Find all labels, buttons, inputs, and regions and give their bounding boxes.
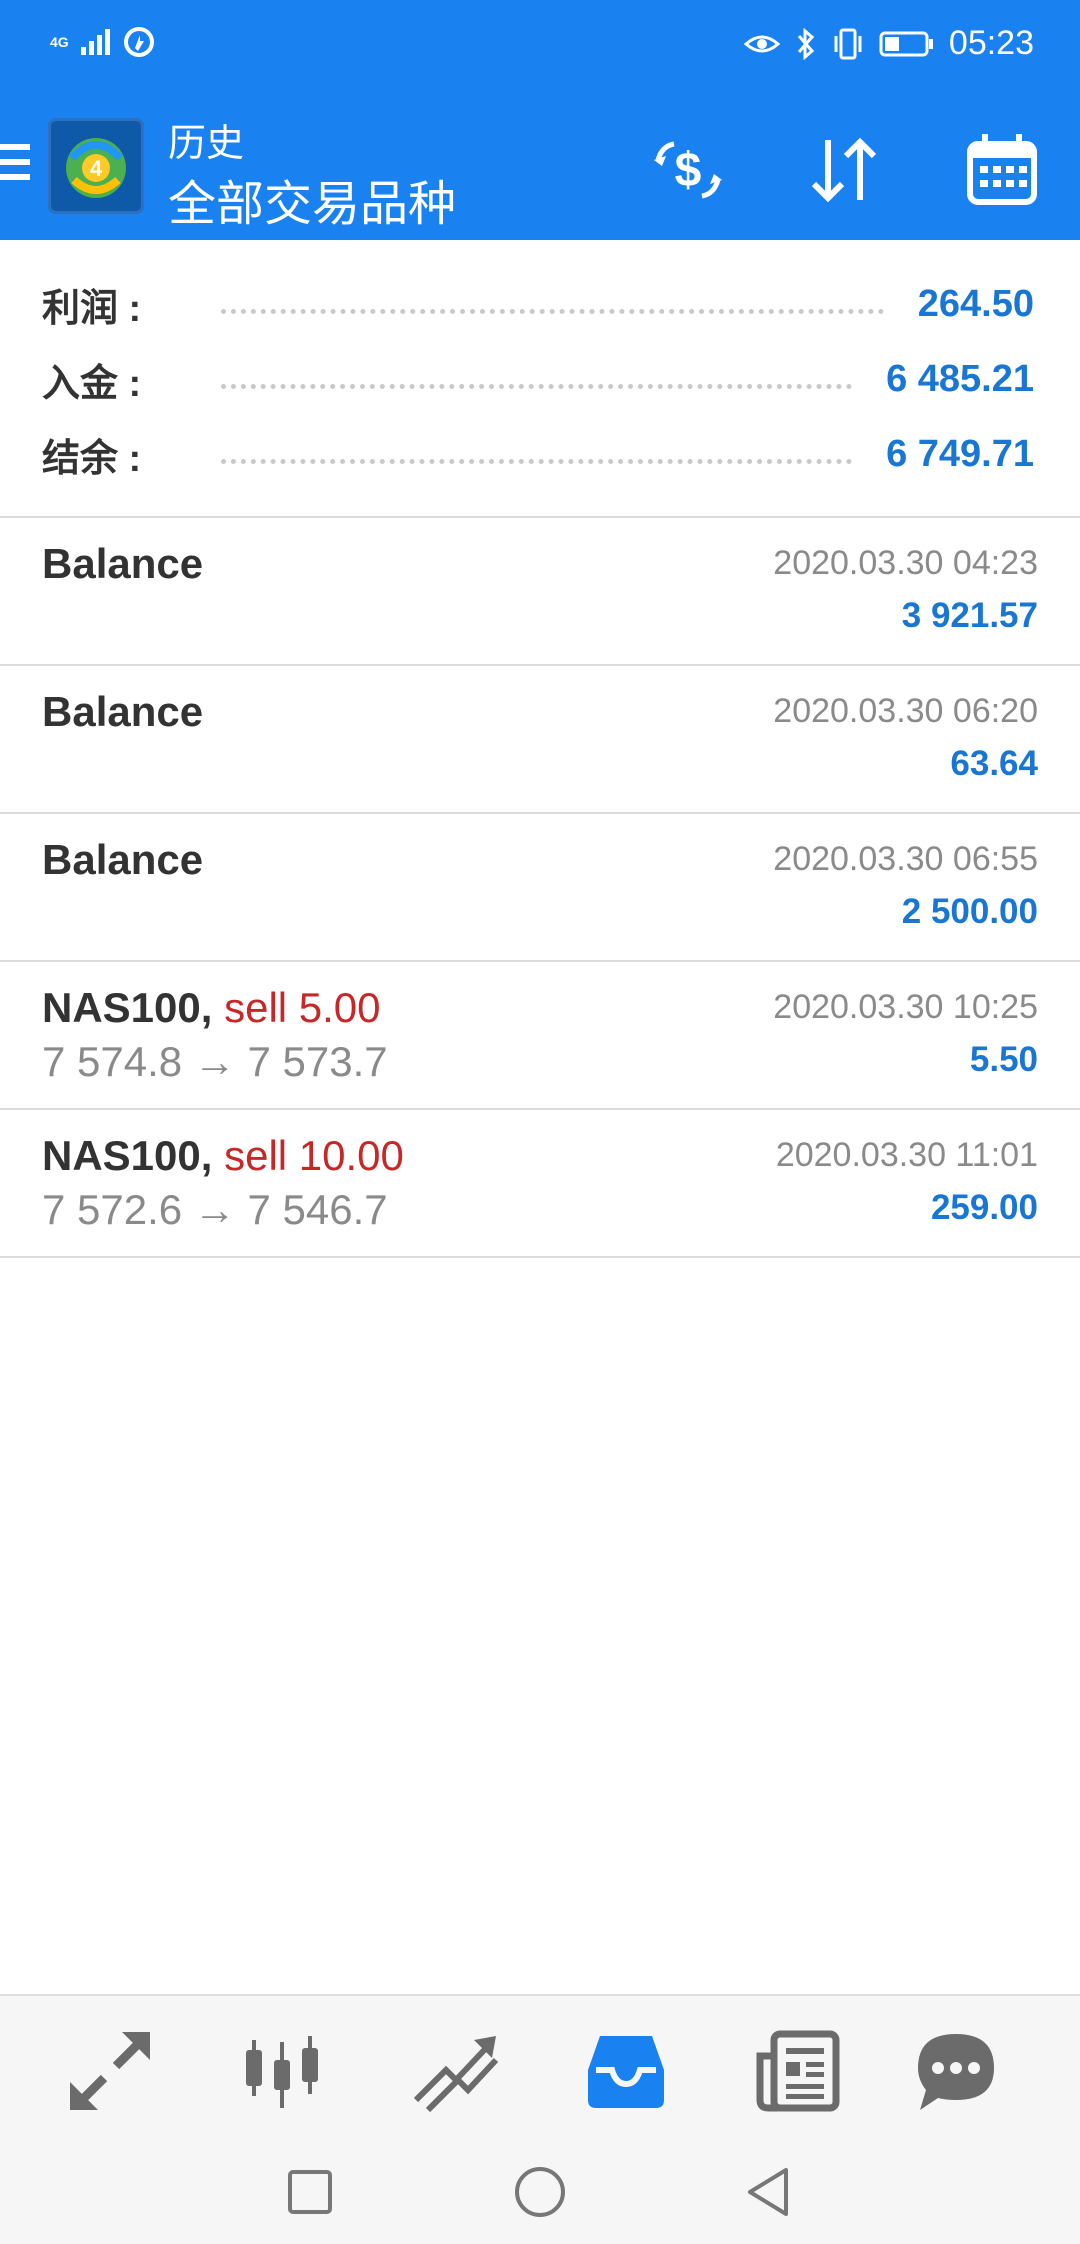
app-logo[interactable]: 4 xyxy=(48,118,144,214)
sort-icon[interactable] xyxy=(804,130,884,210)
eye-comfort-icon xyxy=(743,35,781,52)
system-navigation xyxy=(0,2140,1080,2244)
history-item[interactable]: Balance 2020.03.30 06:55 2 500.00 xyxy=(0,814,1080,962)
item-date: 2020.03.30 06:55 xyxy=(773,840,1038,878)
item-title: Balance xyxy=(42,688,204,735)
chat-icon[interactable] xyxy=(906,2020,1006,2120)
status-bar: 4G 05:23 xyxy=(0,0,1080,96)
dotted-leader xyxy=(221,458,853,464)
balance-value: 6 749.71 xyxy=(886,432,1034,475)
item-amount: 63.64 xyxy=(950,744,1038,783)
network-type: 4G xyxy=(50,33,69,50)
item-prices: 7 572.6 → 7 546.7 xyxy=(42,1186,388,1233)
item-title: Balance xyxy=(42,836,204,883)
deposit-label: 入金 : xyxy=(42,362,142,405)
item-action: sell 10.00 xyxy=(224,1132,404,1179)
item-amount: 5.50 xyxy=(969,1040,1038,1079)
battery-icon xyxy=(879,31,933,56)
signal-icon xyxy=(80,29,110,55)
item-date: 2020.03.30 10:25 xyxy=(773,988,1038,1026)
deposit-row: 入金 : 6 485.21 xyxy=(42,349,1034,409)
item-symbol: NAS100, xyxy=(42,1132,213,1179)
history-item[interactable]: NAS100, sell 10.00 7 572.6 → 7 546.7 202… xyxy=(0,1110,1080,1258)
item-title: NAS100, sell 10.00 xyxy=(42,1132,404,1180)
back-icon[interactable] xyxy=(740,2162,800,2222)
item-symbol: NAS100, xyxy=(42,984,213,1031)
data-saver-icon xyxy=(123,27,154,57)
balance-row: 结余 : 6 749.71 xyxy=(42,424,1034,484)
profit-value: 264.50 xyxy=(917,282,1034,325)
item-date: 2020.03.30 11:01 xyxy=(775,1136,1038,1174)
history-item[interactable]: NAS100, sell 5.00 7 574.8 → 7 573.7 2020… xyxy=(0,962,1080,1110)
app-bar: 4 历史 全部交易品种 $ xyxy=(0,96,1080,240)
bottom-navigation xyxy=(0,1994,1080,2142)
summary-panel: 利润 : 264.50 入金 : 6 485.21 结余 : 6 749.71 xyxy=(0,240,1080,518)
history-icon[interactable] xyxy=(576,2020,676,2120)
home-icon[interactable] xyxy=(510,2162,570,2222)
quotes-icon[interactable] xyxy=(60,2020,160,2120)
svg-text:$: $ xyxy=(675,144,702,197)
item-date: 2020.03.30 04:23 xyxy=(773,544,1038,582)
page-title: 历史 xyxy=(168,123,245,165)
status-right: 05:23 xyxy=(743,24,1034,63)
menu-icon[interactable] xyxy=(0,144,30,189)
symbol-filter[interactable]: 全部交易品种 xyxy=(168,164,456,234)
status-left: 4G xyxy=(50,26,155,58)
item-prices: 7 574.8 → 7 573.7 xyxy=(42,1038,388,1085)
item-amount: 2 500.00 xyxy=(901,892,1038,931)
currency-exchange-icon[interactable]: $ xyxy=(648,130,728,210)
deposit-value: 6 485.21 xyxy=(886,357,1034,400)
chart-icon[interactable] xyxy=(232,2020,332,2120)
bluetooth-icon xyxy=(797,27,815,60)
item-amount: 259.00 xyxy=(930,1188,1038,1227)
history-item[interactable]: Balance 2020.03.30 06:20 63.64 xyxy=(0,666,1080,814)
dotted-leader xyxy=(221,308,884,314)
recent-apps-icon[interactable] xyxy=(280,2162,340,2222)
balance-label: 结余 : xyxy=(42,437,142,480)
dotted-leader xyxy=(221,383,853,389)
item-date: 2020.03.30 06:20 xyxy=(773,692,1038,730)
profit-row: 利润 : 264.50 xyxy=(42,274,1034,334)
item-title: Balance xyxy=(42,540,204,587)
svg-text:4: 4 xyxy=(90,156,103,181)
clock: 05:23 xyxy=(948,24,1034,62)
history-item[interactable]: Balance 2020.03.30 04:23 3 921.57 xyxy=(0,518,1080,666)
profit-label: 利润 : xyxy=(42,287,142,330)
item-title: NAS100, sell 5.00 xyxy=(42,984,381,1032)
calendar-icon[interactable] xyxy=(962,130,1042,210)
news-icon[interactable] xyxy=(748,2020,848,2120)
item-amount: 3 921.57 xyxy=(901,596,1038,635)
vibrate-icon xyxy=(834,28,862,59)
trade-icon[interactable] xyxy=(404,2020,504,2120)
item-action: sell 5.00 xyxy=(224,984,381,1031)
